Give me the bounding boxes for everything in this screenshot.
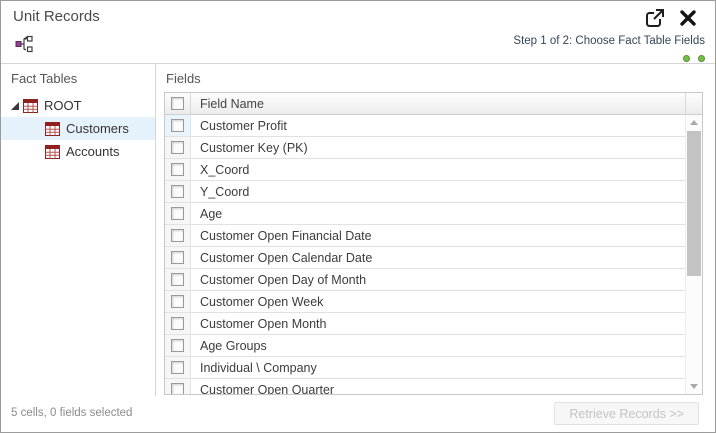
- tree-item-root[interactable]: ROOT: [1, 94, 155, 117]
- selection-status: 5 cells, 0 fields selected: [11, 407, 132, 419]
- field-row[interactable]: Age Groups: [165, 335, 685, 357]
- field-row[interactable]: X_Coord: [165, 159, 685, 181]
- step-dot: [683, 55, 690, 62]
- step-dot: [698, 55, 705, 62]
- sub-header: Step 1 of 2: Choose Fact Table Fields: [1, 31, 715, 63]
- row-checkbox[interactable]: [171, 361, 184, 374]
- field-row[interactable]: Customer Open Day of Month: [165, 269, 685, 291]
- expander-icon[interactable]: [9, 100, 21, 112]
- fields-panel: Fields Field Name Customer Profit Custom…: [156, 64, 715, 396]
- field-row[interactable]: Customer Open Week: [165, 291, 685, 313]
- field-name: Age Groups: [191, 335, 685, 356]
- row-checkbox-cell[interactable]: [165, 115, 191, 136]
- main-area: Fact Tables ROOT: [1, 63, 715, 396]
- field-name: Age: [191, 203, 685, 224]
- open-in-new-window-button[interactable]: [645, 7, 667, 29]
- dialog-title: Unit Records: [13, 8, 100, 25]
- fact-tables-tree: ROOT Customers: [1, 94, 155, 163]
- row-checkbox-cell[interactable]: [165, 379, 191, 394]
- field-name-column-header[interactable]: Field Name: [191, 93, 685, 114]
- scrollbar-thumb[interactable]: [687, 131, 701, 276]
- row-checkbox-cell[interactable]: [165, 137, 191, 158]
- field-row[interactable]: Customer Profit: [165, 115, 685, 137]
- row-checkbox[interactable]: [171, 317, 184, 330]
- data-model-hierarchy-icon: [14, 34, 36, 54]
- fact-tables-header: Fact Tables: [1, 64, 155, 92]
- field-name: Customer Open Financial Date: [191, 225, 685, 246]
- grid-header-row: Field Name: [165, 93, 702, 115]
- row-checkbox[interactable]: [171, 207, 184, 220]
- fields-header: Fields: [156, 64, 715, 92]
- row-checkbox[interactable]: [171, 273, 184, 286]
- select-all-cell[interactable]: [165, 93, 191, 114]
- row-checkbox-cell[interactable]: [165, 159, 191, 180]
- grid-body: Customer Profit Customer Key (PK) X_Coor…: [165, 115, 685, 394]
- open-in-new-window-icon: [645, 8, 667, 28]
- field-row[interactable]: Age: [165, 203, 685, 225]
- field-row[interactable]: Customer Open Quarter: [165, 379, 685, 394]
- tree-item-accounts[interactable]: Accounts: [1, 140, 155, 163]
- select-all-checkbox[interactable]: [171, 97, 184, 110]
- row-checkbox[interactable]: [171, 229, 184, 242]
- table-icon: [23, 99, 38, 113]
- close-button[interactable]: [679, 7, 701, 29]
- vertical-scrollbar[interactable]: [685, 115, 702, 394]
- wizard-step-label: Step 1 of 2: Choose Fact Table Fields: [513, 35, 705, 47]
- row-checkbox[interactable]: [171, 339, 184, 352]
- field-name: Individual \ Company: [191, 357, 685, 378]
- tree-item-label: Customers: [66, 121, 129, 136]
- field-name: Customer Open Week: [191, 291, 685, 312]
- field-row[interactable]: Individual \ Company: [165, 357, 685, 379]
- row-checkbox[interactable]: [171, 141, 184, 154]
- field-name: Customer Open Quarter: [191, 379, 685, 394]
- row-checkbox[interactable]: [171, 251, 184, 264]
- tree-item-customers[interactable]: Customers: [1, 117, 155, 140]
- retrieve-records-button[interactable]: Retrieve Records >>: [554, 402, 699, 425]
- row-checkbox-cell[interactable]: [165, 247, 191, 268]
- fact-tables-panel: Fact Tables ROOT: [1, 64, 156, 396]
- unit-records-dialog: Unit Records: [0, 0, 716, 433]
- row-checkbox-cell[interactable]: [165, 291, 191, 312]
- fields-grid: Field Name Customer Profit Customer Key …: [164, 92, 703, 395]
- title-bar: Unit Records: [1, 1, 715, 31]
- hierarchy-view-button[interactable]: [14, 33, 36, 55]
- field-row[interactable]: Y_Coord: [165, 181, 685, 203]
- field-row[interactable]: Customer Key (PK): [165, 137, 685, 159]
- field-name: Customer Open Month: [191, 313, 685, 334]
- field-row[interactable]: Customer Open Financial Date: [165, 225, 685, 247]
- field-name: Customer Open Calendar Date: [191, 247, 685, 268]
- row-checkbox-cell[interactable]: [165, 225, 191, 246]
- close-icon: [679, 9, 701, 27]
- row-checkbox[interactable]: [171, 119, 184, 132]
- row-checkbox[interactable]: [171, 383, 184, 394]
- field-name: Y_Coord: [191, 181, 685, 202]
- row-checkbox[interactable]: [171, 185, 184, 198]
- field-name: Customer Key (PK): [191, 137, 685, 158]
- field-row[interactable]: Customer Open Calendar Date: [165, 247, 685, 269]
- row-checkbox-cell[interactable]: [165, 181, 191, 202]
- field-name: X_Coord: [191, 159, 685, 180]
- field-row[interactable]: Customer Open Month: [165, 313, 685, 335]
- triangle-down-icon: [690, 384, 698, 389]
- scroll-down-arrow[interactable]: [686, 379, 702, 394]
- row-checkbox-cell[interactable]: [165, 203, 191, 224]
- table-icon: [45, 145, 60, 159]
- field-name: Customer Profit: [191, 115, 685, 136]
- tree-item-label: Accounts: [66, 144, 119, 159]
- tree-item-label: ROOT: [44, 98, 82, 113]
- header-spacer: [685, 93, 702, 114]
- table-icon: [45, 122, 60, 136]
- row-checkbox[interactable]: [171, 163, 184, 176]
- field-name: Customer Open Day of Month: [191, 269, 685, 290]
- row-checkbox-cell[interactable]: [165, 313, 191, 334]
- row-checkbox-cell[interactable]: [165, 269, 191, 290]
- footer: 5 cells, 0 fields selected Retrieve Reco…: [1, 396, 715, 432]
- triangle-up-icon: [690, 120, 698, 125]
- row-checkbox[interactable]: [171, 295, 184, 308]
- scroll-up-arrow[interactable]: [686, 115, 702, 130]
- row-checkbox-cell[interactable]: [165, 335, 191, 356]
- row-checkbox-cell[interactable]: [165, 357, 191, 378]
